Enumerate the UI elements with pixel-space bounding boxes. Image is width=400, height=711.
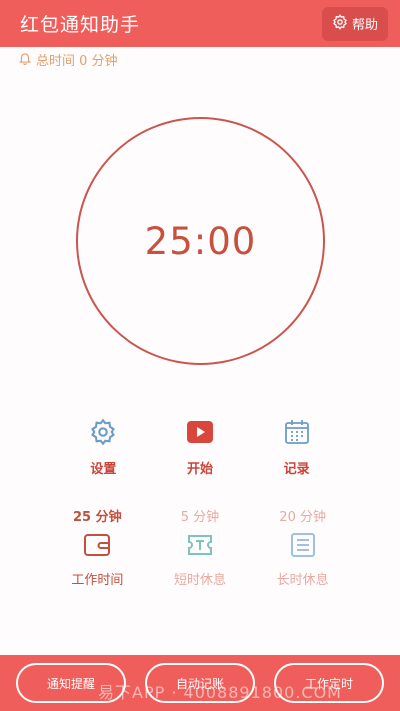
app-screen: 红包通知助手 帮助 总时间 0 分钟 25:00 设置 开始 记录 25 分钟 … — [0, 0, 400, 711]
calendar-icon — [283, 418, 311, 450]
ticket-icon — [185, 531, 215, 563]
mode-short-minutes: 5 分钟 — [180, 510, 220, 525]
bell-icon — [18, 51, 32, 69]
mode-row: 25 分钟 工作时间 5 分钟 短时休息 20 分钟 长时休息 — [0, 506, 400, 588]
mode-work-minutes: 25 分钟 — [73, 510, 122, 525]
app-title: 红包通知助手 — [20, 14, 141, 36]
records-label: 记录 — [283, 462, 310, 477]
bottom-bar: 通知提醒 自动记账 工作定时 — [0, 655, 400, 711]
total-time: 总时间 0 分钟 — [18, 50, 118, 69]
timer-circle[interactable]: 25:00 — [76, 117, 325, 365]
mode-long-minutes: 20 分钟 — [279, 510, 326, 525]
mode-work-label: 工作时间 — [71, 573, 124, 588]
total-time-text: 总时间 0 分钟 — [36, 54, 118, 69]
action-row: 设置 开始 记录 — [0, 418, 400, 477]
help-label: 帮助 — [351, 18, 378, 33]
auto-bookkeeping-button[interactable]: 自动记账 — [145, 663, 255, 703]
work-timer-button[interactable]: 工作定时 — [274, 663, 384, 703]
settings-label: 设置 — [90, 462, 117, 477]
start-button[interactable]: 开始 — [160, 418, 240, 477]
app-header: 红包通知助手 帮助 — [0, 0, 400, 47]
mode-long-label: 长时休息 — [276, 573, 329, 588]
mode-short-label: 短时休息 — [173, 573, 226, 588]
gear-icon — [89, 418, 117, 450]
play-icon — [186, 418, 214, 450]
help-button[interactable]: 帮助 — [321, 6, 388, 41]
records-button[interactable]: 记录 — [257, 418, 337, 477]
gear-icon — [332, 13, 348, 34]
timer-display: 25:00 — [144, 219, 257, 263]
wallet-icon — [82, 531, 112, 563]
mode-work[interactable]: 25 分钟 工作时间 — [49, 506, 145, 588]
mode-long-break[interactable]: 20 分钟 长时休息 — [255, 506, 351, 588]
settings-button[interactable]: 设置 — [63, 418, 143, 477]
start-label: 开始 — [186, 462, 213, 477]
notify-reminder-button[interactable]: 通知提醒 — [16, 663, 126, 703]
mode-short-break[interactable]: 5 分钟 短时休息 — [152, 506, 248, 588]
list-icon — [288, 531, 318, 563]
